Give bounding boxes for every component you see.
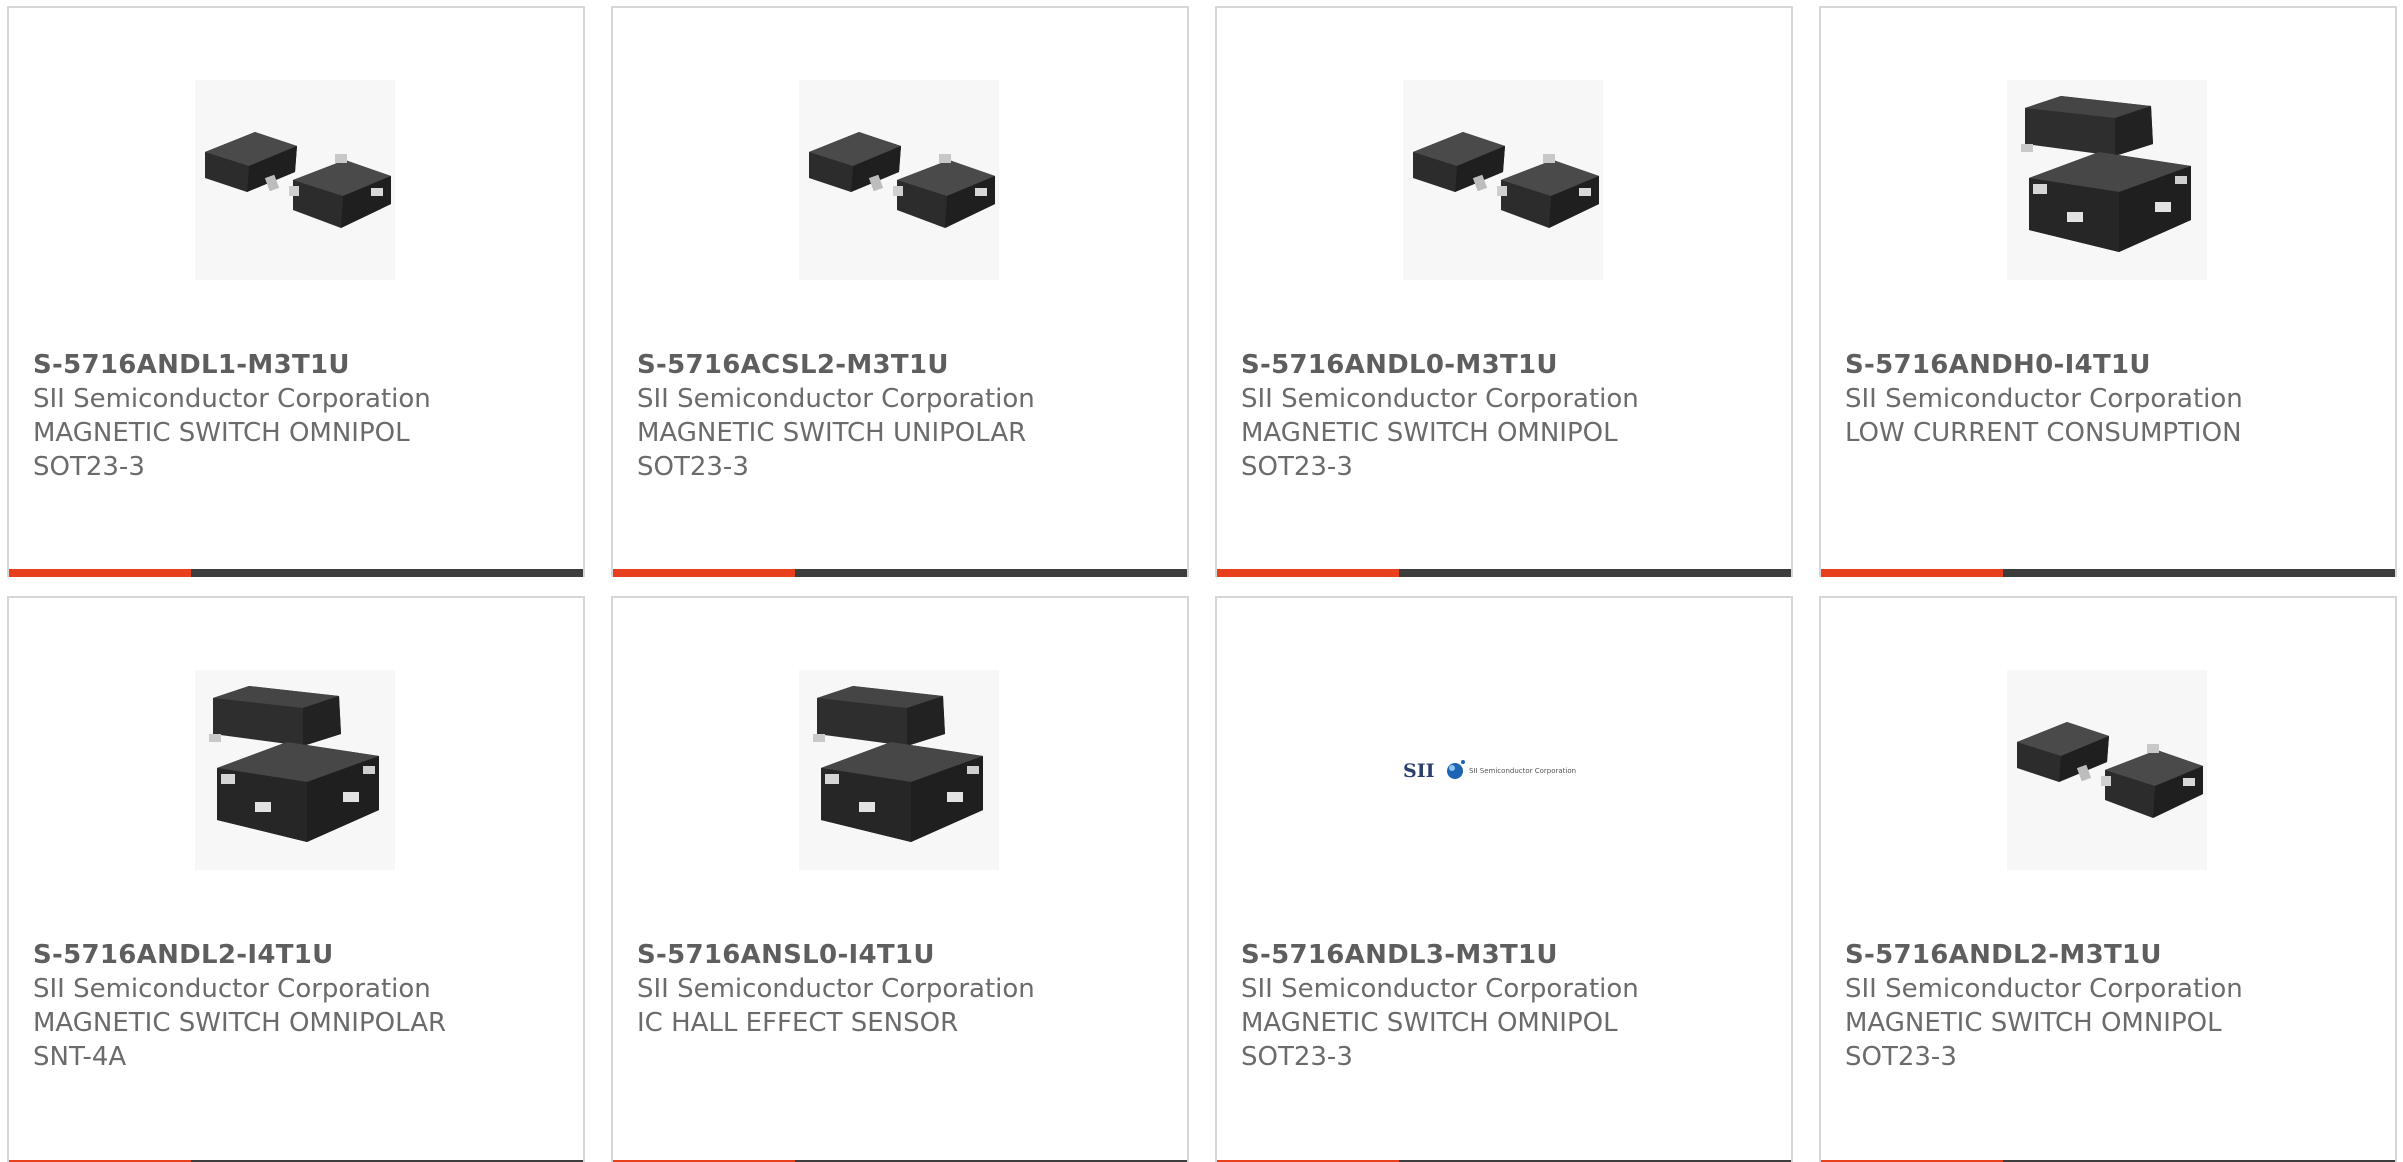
product-card[interactable]: S-5716ACSL2-M3T1U SII Semiconductor Corp…	[611, 6, 1189, 577]
part-number[interactable]: S-5716ANDL0-M3T1U	[1241, 348, 1781, 382]
product-info: S-5716ACSL2-M3T1U SII Semiconductor Corp…	[637, 348, 1177, 484]
manufacturer: SII Semiconductor Corporation	[1845, 384, 2243, 414]
logo-text: SII Semiconductor Corporation	[1469, 767, 1576, 775]
manufacturer: SII Semiconductor Corporation	[33, 974, 431, 1004]
package: SNT-4A	[33, 1042, 127, 1072]
part-number[interactable]: S-5716ANSL0-I4T1U	[637, 938, 1177, 972]
manufacturer: SII Semiconductor Corporation	[1241, 384, 1639, 414]
part-number[interactable]: S-5716ACSL2-M3T1U	[637, 348, 1177, 382]
product-card[interactable]: S-5716ANDL2-I4T1U SII Semiconductor Corp…	[7, 596, 585, 1162]
package: SOT23-3	[1845, 1042, 1957, 1072]
description: MAGNETIC SWITCH OMNIPOL	[1241, 1008, 1618, 1038]
package: SOT23-3	[637, 452, 749, 482]
manufacturer: SII Semiconductor Corporation	[1845, 974, 2243, 1004]
description: LOW CURRENT CONSUMPTION	[1845, 418, 2242, 448]
manufacturer: SII Semiconductor Corporation	[637, 384, 1035, 414]
snt4a-package-image[interactable]	[2007, 80, 2207, 280]
manufacturer: SII Semiconductor Corporation	[33, 384, 431, 414]
manufacturer-logo-image[interactable]: SII SII Semiconductor Corporation	[1403, 670, 1603, 870]
sot23-package-image[interactable]	[799, 80, 999, 280]
description: MAGNETIC SWITCH OMNIPOL	[33, 418, 410, 448]
sot23-package-image[interactable]	[1403, 80, 1603, 280]
description: MAGNETIC SWITCH OMNIPOL	[1845, 1008, 2222, 1038]
package: SOT23-3	[1241, 1042, 1353, 1072]
card-accent-bar	[1821, 569, 2395, 577]
product-card[interactable]: S-5716ANDL1-M3T1U SII Semiconductor Corp…	[7, 6, 585, 577]
manufacturer: SII Semiconductor Corporation	[637, 974, 1035, 1004]
card-accent-bar	[9, 569, 583, 577]
product-info: S-5716ANDL3-M3T1U SII Semiconductor Corp…	[1241, 938, 1781, 1074]
card-accent-bar	[613, 569, 1187, 577]
part-number[interactable]: S-5716ANDL2-I4T1U	[33, 938, 573, 972]
product-card[interactable]: SII SII Semiconductor Corporation S-5716…	[1215, 596, 1793, 1162]
snt4a-package-image[interactable]	[799, 670, 999, 870]
product-card[interactable]: S-5716ANDL2-M3T1U SII Semiconductor Corp…	[1819, 596, 2397, 1162]
product-info: S-5716ANDH0-I4T1U SII Semiconductor Corp…	[1845, 348, 2385, 450]
description: MAGNETIC SWITCH OMNIPOL	[1241, 418, 1618, 448]
product-card[interactable]: S-5716ANSL0-I4T1U SII Semiconductor Corp…	[611, 596, 1189, 1162]
part-number[interactable]: S-5716ANDL1-M3T1U	[33, 348, 573, 382]
sot23-package-image[interactable]	[2007, 670, 2207, 870]
part-number[interactable]: S-5716ANDL3-M3T1U	[1241, 938, 1781, 972]
sot23-package-image[interactable]	[195, 80, 395, 280]
product-card[interactable]: S-5716ANDH0-I4T1U SII Semiconductor Corp…	[1819, 6, 2397, 577]
sii-logo-icon: SII SII Semiconductor Corporation	[1403, 670, 1603, 870]
product-grid: S-5716ANDL1-M3T1U SII Semiconductor Corp…	[0, 0, 2403, 1162]
snt4a-package-image[interactable]	[195, 670, 395, 870]
package: SOT23-3	[1241, 452, 1353, 482]
package: SOT23-3	[33, 452, 145, 482]
description: MAGNETIC SWITCH UNIPOLAR	[637, 418, 1027, 448]
product-card[interactable]: S-5716ANDL0-M3T1U SII Semiconductor Corp…	[1215, 6, 1793, 577]
product-info: S-5716ANDL2-I4T1U SII Semiconductor Corp…	[33, 938, 573, 1074]
card-accent-bar	[1217, 569, 1791, 577]
description: IC HALL EFFECT SENSOR	[637, 1008, 959, 1038]
part-number[interactable]: S-5716ANDH0-I4T1U	[1845, 348, 2385, 382]
product-info: S-5716ANSL0-I4T1U SII Semiconductor Corp…	[637, 938, 1177, 1040]
product-info: S-5716ANDL2-M3T1U SII Semiconductor Corp…	[1845, 938, 2385, 1074]
product-info: S-5716ANDL1-M3T1U SII Semiconductor Corp…	[33, 348, 573, 484]
part-number[interactable]: S-5716ANDL2-M3T1U	[1845, 938, 2385, 972]
logo-mark: SII	[1403, 760, 1435, 782]
product-info: S-5716ANDL0-M3T1U SII Semiconductor Corp…	[1241, 348, 1781, 484]
manufacturer: SII Semiconductor Corporation	[1241, 974, 1639, 1004]
description: MAGNETIC SWITCH OMNIPOLAR	[33, 1008, 447, 1038]
